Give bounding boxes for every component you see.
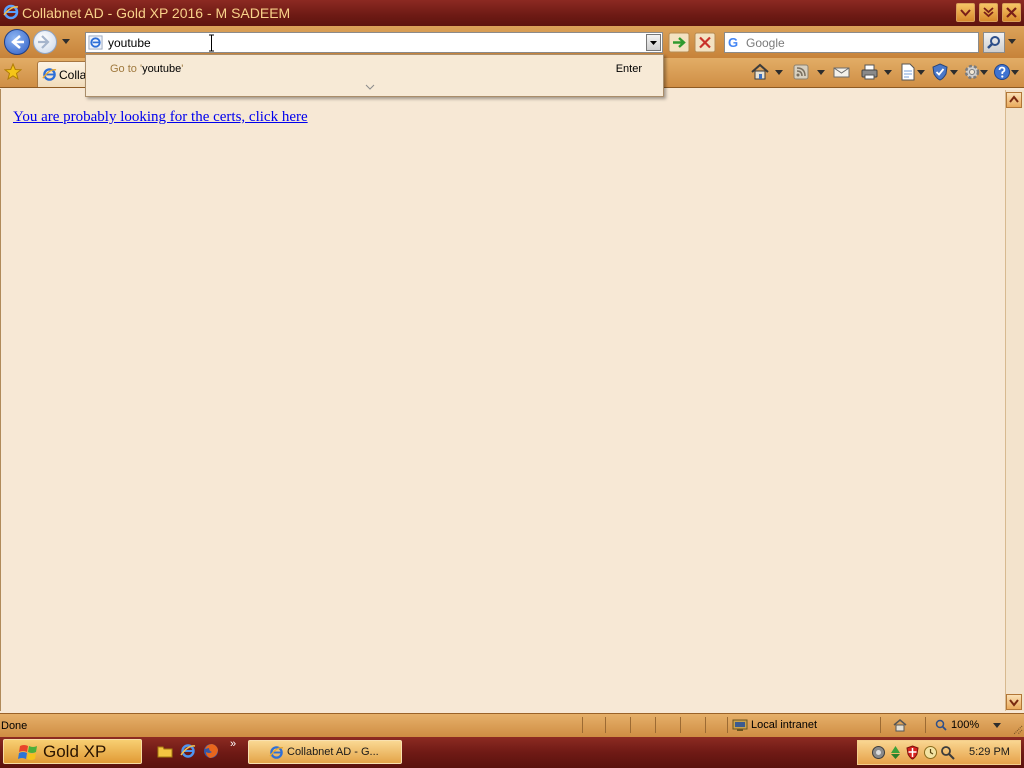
quick-launch-overflow[interactable]: » bbox=[230, 738, 236, 750]
scroll-up-button[interactable] bbox=[1006, 92, 1022, 108]
stop-button[interactable] bbox=[694, 32, 716, 53]
close-button[interactable] bbox=[1002, 3, 1021, 22]
title-bar: Collabnet AD - Gold XP 2016 - M SADEEM bbox=[0, 0, 1024, 26]
address-autocomplete[interactable]: Go to 'youtube' Enter bbox=[85, 54, 664, 97]
start-label: Gold XP bbox=[43, 742, 107, 761]
search-input[interactable]: Google bbox=[746, 36, 785, 50]
search-options-chevron-icon[interactable] bbox=[1007, 38, 1017, 46]
back-button[interactable] bbox=[4, 29, 30, 55]
text-cursor-icon bbox=[209, 34, 214, 52]
autocomplete-enter-hint: Enter bbox=[615, 63, 642, 75]
window-title: Collabnet AD - Gold XP 2016 - M SADEEM bbox=[22, 5, 291, 21]
zoom-chevron-icon[interactable] bbox=[993, 723, 1001, 729]
taskbar-item-collabnet[interactable]: Collabnet AD - G... bbox=[248, 740, 402, 764]
ie-icon[interactable] bbox=[180, 743, 196, 759]
clock[interactable]: 5:29 PM bbox=[969, 746, 1010, 758]
feeds-chevron-icon[interactable] bbox=[817, 70, 825, 76]
zoom-icon[interactable] bbox=[935, 719, 947, 731]
folder-icon[interactable] bbox=[157, 743, 173, 759]
status-divider bbox=[925, 717, 926, 733]
start-button[interactable]: Gold XP bbox=[3, 739, 142, 764]
status-text: Done bbox=[1, 720, 28, 732]
favorites-star-icon[interactable] bbox=[4, 63, 22, 81]
google-icon: G bbox=[728, 35, 739, 50]
security-shield-icon[interactable] bbox=[905, 745, 920, 760]
arrow-right-icon bbox=[38, 35, 50, 49]
print-chevron-icon[interactable] bbox=[884, 70, 892, 76]
feeds-icon[interactable] bbox=[792, 63, 812, 81]
expand-chevron-icon[interactable] bbox=[365, 84, 375, 90]
maximize-button[interactable] bbox=[979, 3, 998, 22]
home-chevron-icon[interactable] bbox=[775, 70, 783, 76]
goto-query: youtube bbox=[142, 63, 182, 75]
arrow-left-icon bbox=[11, 35, 24, 49]
firefox-icon[interactable] bbox=[203, 743, 219, 759]
magnifier-icon bbox=[987, 36, 1000, 49]
status-divider bbox=[655, 717, 656, 733]
safety-chevron-icon[interactable] bbox=[950, 70, 958, 76]
forward-button[interactable] bbox=[33, 30, 57, 54]
status-divider bbox=[880, 717, 881, 733]
recycle-icon[interactable] bbox=[888, 745, 903, 760]
address-dropdown-button[interactable] bbox=[646, 34, 661, 51]
windows-flag-icon bbox=[18, 745, 37, 760]
network-icon[interactable] bbox=[871, 745, 886, 760]
security-zone[interactable]: Local intranet bbox=[751, 719, 817, 731]
mail-icon[interactable] bbox=[832, 63, 852, 81]
zoom-level[interactable]: 100% bbox=[951, 719, 979, 731]
goto-suffix: ' bbox=[181, 63, 184, 75]
resize-grip-icon[interactable] bbox=[1012, 724, 1023, 735]
ie-icon bbox=[3, 4, 19, 20]
certs-link[interactable]: You are probably looking for the certs, … bbox=[13, 109, 308, 126]
go-button[interactable] bbox=[668, 32, 690, 53]
address-input[interactable]: youtube bbox=[108, 36, 151, 50]
address-bar[interactable]: youtube bbox=[85, 32, 663, 53]
safety-shield-icon[interactable] bbox=[930, 63, 950, 81]
close-icon bbox=[1006, 7, 1017, 18]
help-chevron-icon[interactable] bbox=[1011, 70, 1019, 76]
minimize-button[interactable] bbox=[956, 3, 975, 22]
page-icon bbox=[88, 35, 103, 50]
page-content: You are probably looking for the certs, … bbox=[0, 89, 1006, 711]
chevron-up-icon bbox=[1009, 95, 1019, 103]
scroll-down-button[interactable] bbox=[1006, 694, 1022, 710]
status-divider bbox=[605, 717, 606, 733]
autocomplete-goto[interactable]: Go to 'youtube' bbox=[110, 63, 183, 75]
recent-pages-chevron-icon[interactable] bbox=[61, 38, 71, 46]
protected-mode-icon[interactable] bbox=[892, 718, 908, 732]
search-tray-icon[interactable] bbox=[940, 745, 955, 760]
ie-icon bbox=[269, 746, 284, 759]
help-icon[interactable] bbox=[992, 63, 1012, 81]
chevron-down-icon bbox=[650, 41, 657, 45]
status-bar: Done bbox=[0, 713, 1024, 737]
page-icon[interactable] bbox=[898, 63, 918, 81]
page-chevron-icon[interactable] bbox=[917, 70, 925, 76]
clock-tray-icon[interactable] bbox=[923, 745, 938, 760]
chevron-down-icon bbox=[960, 9, 971, 17]
status-divider bbox=[705, 717, 706, 733]
double-chevron-icon bbox=[983, 7, 994, 18]
intranet-icon bbox=[732, 719, 748, 731]
tools-chevron-icon[interactable] bbox=[980, 70, 988, 76]
ie-icon bbox=[42, 68, 57, 81]
system-tray: 5:29 PM bbox=[857, 740, 1021, 765]
status-divider bbox=[727, 717, 728, 733]
search-box[interactable]: G Google bbox=[724, 32, 979, 53]
tools-gear-icon[interactable] bbox=[962, 63, 982, 81]
status-divider bbox=[582, 717, 583, 733]
goto-prefix: Go to ' bbox=[110, 63, 143, 75]
print-icon[interactable] bbox=[860, 63, 880, 81]
home-icon[interactable] bbox=[750, 63, 770, 81]
status-divider bbox=[630, 717, 631, 733]
vertical-scrollbar[interactable] bbox=[1005, 90, 1024, 711]
taskbar-item-label: Collabnet AD - G... bbox=[287, 746, 379, 758]
search-button[interactable] bbox=[983, 32, 1005, 53]
status-divider bbox=[680, 717, 681, 733]
chevron-down-icon bbox=[1009, 699, 1019, 707]
